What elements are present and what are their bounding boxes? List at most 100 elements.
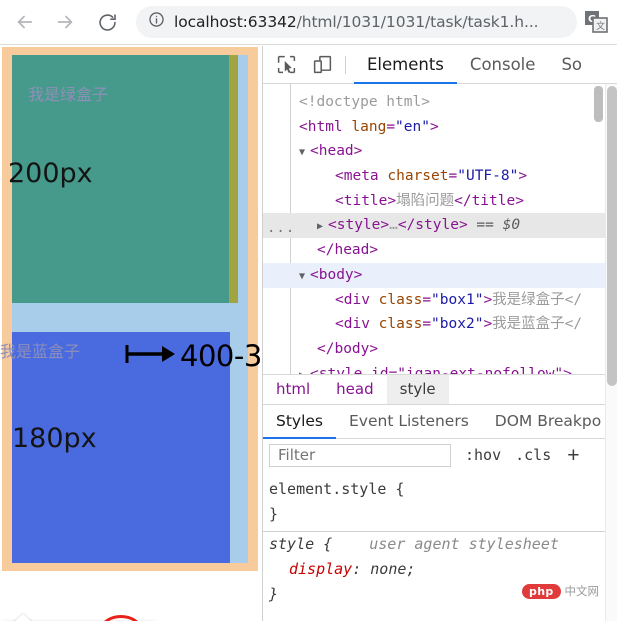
class-attr-token-2: class [378, 316, 423, 333]
html-attr-value-token: "en" [395, 118, 430, 135]
title-close-token: </title> [454, 192, 524, 209]
meta-attr-token: charset [387, 168, 449, 185]
dom-line-div-box1[interactable]: <div class="box1">我是绿盒子</ [263, 288, 617, 313]
dom-tree[interactable]: <!doctype html> <html lang="en"> ▼ <head>… [263, 84, 617, 374]
head-close-token: </head> [317, 242, 379, 259]
dom-line-meta[interactable]: <meta charset="UTF-8"> [263, 164, 617, 189]
dom-line-title[interactable]: <title>塌陷问题</title> [263, 189, 617, 214]
dom-line-doctype[interactable]: <!doctype html> [263, 90, 617, 115]
style-close-token: </style> [397, 217, 468, 234]
blue-box-size-label: 180px [12, 423, 97, 454]
inspect-element-icon[interactable] [271, 50, 301, 80]
styles-tab-bar: Styles Event Listeners DOM Breakpo [263, 404, 617, 439]
tab-elements[interactable]: Elements [354, 46, 457, 84]
cls-toggle-button[interactable]: .cls [515, 446, 551, 464]
collapse-triangle-icon[interactable]: ▼ [299, 141, 310, 166]
styles-filter-row: :hov .cls + [263, 438, 617, 471]
tab-console[interactable]: Console [457, 46, 549, 84]
breadcrumb-head[interactable]: head [323, 375, 386, 404]
dom-line-html[interactable]: <html lang="en"> [263, 115, 617, 140]
devtools-panel: Elements Console So <!doctype html> <htm… [262, 46, 617, 621]
body-close-token: </body> [317, 340, 379, 357]
tooltip-pointer [12, 614, 34, 621]
property-colon: : [352, 560, 362, 578]
div-open-token-2: <div [335, 316, 370, 333]
tab-event-listeners[interactable]: Event Listeners [336, 405, 482, 439]
dom-line-body-close[interactable]: </body> [263, 337, 617, 362]
devtools-scrollbar-track[interactable] [605, 84, 617, 621]
expand-triangle-icon[interactable]: ▶ [317, 215, 328, 240]
display-property-name[interactable]: display [289, 560, 352, 578]
device-toolbar-icon[interactable] [307, 50, 337, 80]
box2-class-value-token: "box2" [431, 316, 484, 333]
dom-line-body[interactable]: ▼ <body> [263, 262, 617, 290]
watermark-text: 中文网 [564, 584, 600, 598]
dom-line-head[interactable]: ▼ <head> [263, 139, 617, 164]
svg-text:文: 文 [596, 20, 605, 32]
meta-attr-value-token: "UTF-8" [457, 168, 519, 185]
devtools-toolbar: Elements Console So [263, 46, 617, 84]
back-button[interactable] [10, 7, 40, 37]
class-attr-token: class [378, 291, 423, 308]
url-text: localhost:63342/html/1031/1031/task/task… [174, 13, 538, 31]
devtools-scrollbar-thumb[interactable] [607, 86, 617, 386]
page-viewport: 我是绿盒子 200px 我是蓝盒子 180px 400-380=20px bod… [0, 46, 262, 621]
doctype-token: <!doctype html> [299, 94, 430, 110]
parent-container-box [12, 55, 248, 563]
browser-toolbar: localhost:63342/html/1031/1031/task/task… [0, 0, 617, 45]
site-info-icon[interactable] [148, 11, 165, 33]
url-path: /html/1031/1031/task/task1.h... [296, 13, 539, 31]
body-collapse-triangle-icon[interactable]: ▼ [299, 265, 310, 290]
tab-sources[interactable]: So [548, 46, 595, 84]
green-box-label: 我是绿盒子 [28, 85, 109, 104]
element-style-selector: element.style { [269, 480, 405, 498]
element-style-rule[interactable]: element.style { } [269, 477, 617, 527]
toolbar-divider [345, 55, 346, 74]
body-open-token: <body> [310, 266, 363, 283]
element-style-close-brace: } [269, 505, 279, 523]
reload-button[interactable] [92, 7, 122, 37]
dom-line-style-ext[interactable]: ▶<style id="igan-ext-nofollow"> [263, 362, 617, 374]
dom-line-head-close[interactable]: </head> [263, 238, 617, 263]
address-bar[interactable]: localhost:63342/html/1031/1031/task/task… [136, 6, 577, 38]
html-tag-token: <html [299, 118, 343, 135]
new-style-rule-button[interactable]: + [567, 445, 579, 466]
meta-tag-token: <meta [335, 168, 379, 185]
title-text-token: 塌陷问题 [396, 192, 455, 209]
html-attr-token: lang [351, 118, 387, 135]
dom-line-div-box2[interactable]: <div class="box2">我是蓝盒子</ [263, 312, 617, 337]
style-open-token: <style> [328, 217, 390, 234]
style-ext-triangle-icon[interactable]: ▶ [299, 364, 310, 374]
style-ext-token: <style id="igan-ext-nofollow"> [310, 365, 572, 374]
box2-text-token: 我是蓝盒子</ [492, 316, 583, 333]
forward-button[interactable] [50, 7, 80, 37]
watermark: php 中文网 [522, 583, 599, 599]
breadcrumb-style[interactable]: style [386, 375, 449, 404]
back-arrow-icon [14, 11, 36, 33]
tab-dom-breakpoints[interactable]: DOM Breakpo [482, 405, 614, 439]
hov-toggle-button[interactable]: :hov [465, 446, 501, 464]
head-tag-token: <head> [310, 143, 363, 160]
div-open-token: <div [335, 291, 370, 308]
red-circle-annotation [100, 615, 142, 621]
forward-arrow-icon [54, 11, 76, 33]
display-property-value[interactable]: none; [370, 560, 415, 578]
ua-stylesheet-note: user agent stylesheet [369, 535, 559, 553]
google-translate-icon[interactable]: G 文 [583, 9, 609, 35]
box1-class-value-token: "box1" [431, 291, 484, 308]
ua-selector: style { [269, 535, 333, 553]
selected-node-marker: == $0 [476, 217, 521, 234]
filter-input[interactable] [269, 443, 451, 467]
title-open-token: <title> [335, 192, 397, 209]
dom-tree-scrollbar-thumb[interactable] [594, 86, 603, 122]
blue-box-label: 我是蓝盒子 [0, 342, 81, 361]
dom-line-style-selected[interactable]: ... ▶ <style>…</style> == $0 [263, 213, 617, 240]
box1-text-token: 我是绿盒子</ [492, 291, 583, 308]
green-box-size-label: 200px [8, 158, 93, 189]
style-dots-token: … [389, 217, 398, 234]
body-element-highlight [2, 47, 258, 571]
reload-icon [97, 12, 118, 33]
tab-styles[interactable]: Styles [263, 405, 337, 439]
watermark-badge: php [522, 583, 561, 599]
breadcrumb-html[interactable]: html [263, 375, 323, 404]
